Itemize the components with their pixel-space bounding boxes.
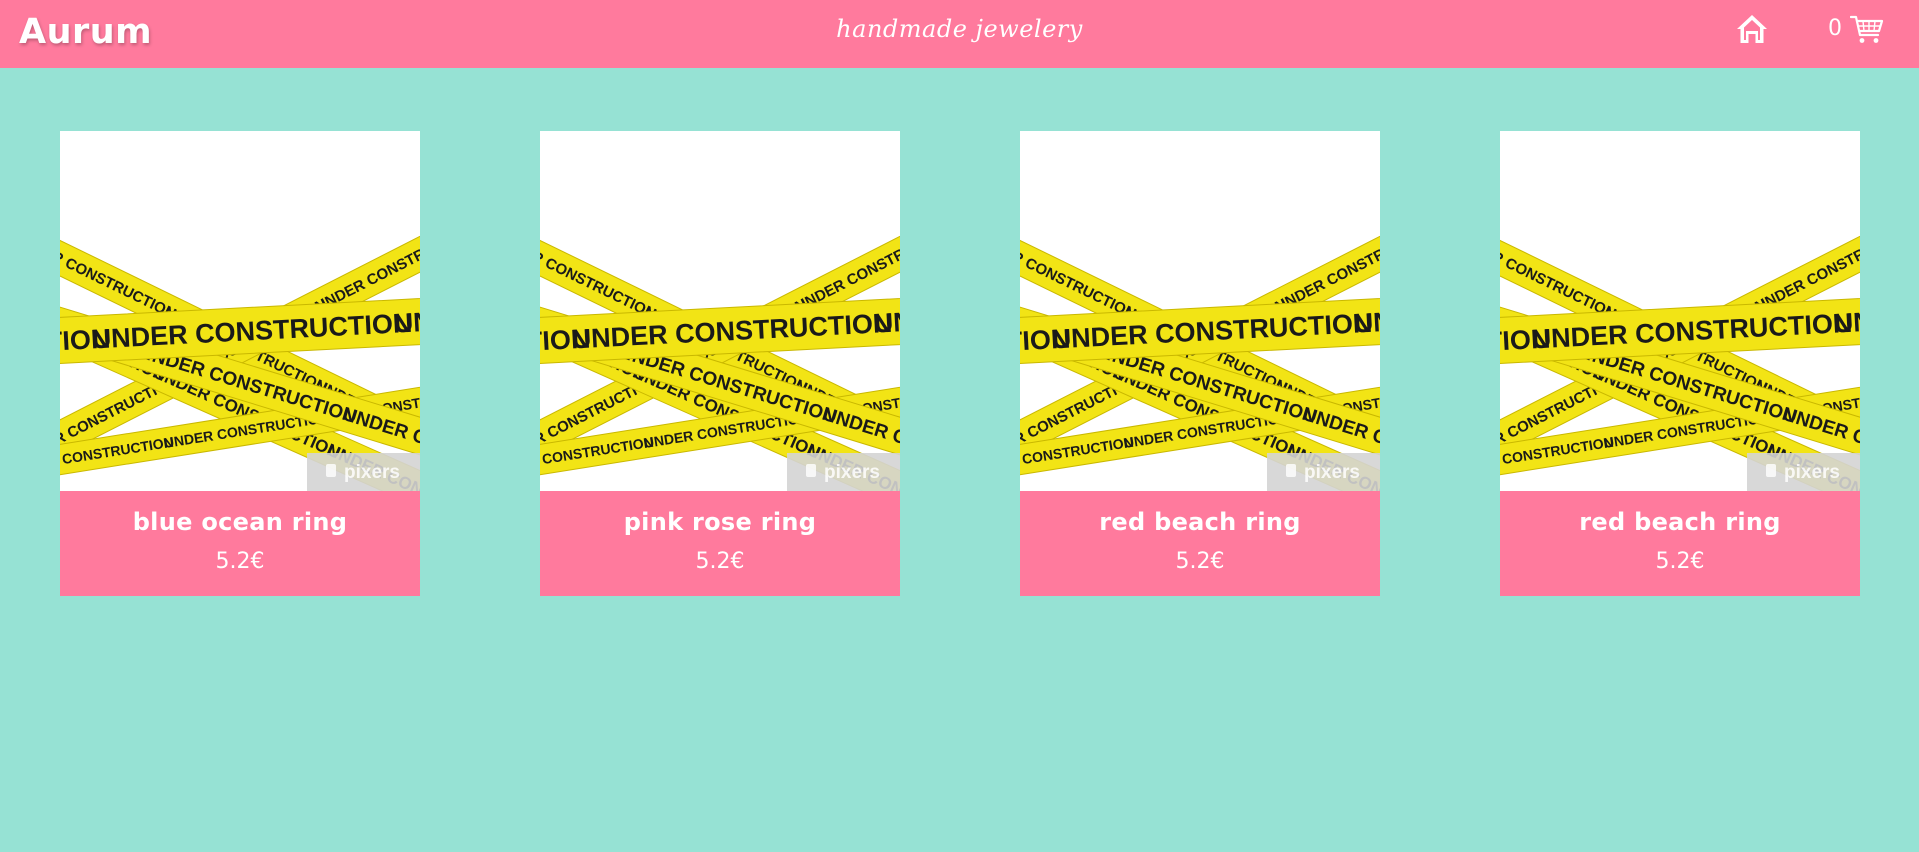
home-icon — [1737, 15, 1767, 43]
product-name: blue ocean ring — [132, 508, 348, 536]
product-card-1[interactable]: UNDER CONSTRUCTIONUNDER CONSTRUCTIONUNDE… — [60, 131, 420, 596]
product-image: UNDER CONSTRUCTIONUNDER CONSTRUCTIONUNDE… — [540, 131, 900, 491]
watermark-text: pixers — [824, 462, 880, 483]
top-bar: Aurum handmade jewelery 0 — [0, 0, 1919, 68]
product-info: pink rose ring 5.2€ — [540, 491, 900, 596]
product-info: red beach ring 5.2€ — [1020, 491, 1380, 596]
product-info: blue ocean ring 5.2€ — [60, 491, 420, 596]
home-button[interactable] — [1735, 12, 1769, 46]
product-price: 5.2€ — [1175, 549, 1225, 574]
product-name: red beach ring — [1579, 508, 1781, 536]
cart-count: 0 — [1828, 16, 1842, 41]
product-price: 5.2€ — [1655, 549, 1705, 574]
product-card-2[interactable]: UNDER CONSTRUCTIONUNDER CONSTRUCTIONUNDE… — [540, 131, 900, 596]
watermark-text: pixers — [344, 462, 400, 483]
product-info: red beach ring 5.2€ — [1500, 491, 1860, 596]
cart-icon — [1850, 15, 1884, 43]
product-image: UNDER CONSTRUCTIONUNDER CONSTRUCTIONUNDE… — [1500, 131, 1860, 491]
product-name: red beach ring — [1099, 508, 1301, 536]
product-card-4[interactable]: UNDER CONSTRUCTIONUNDER CONSTRUCTIONUNDE… — [1500, 131, 1860, 596]
product-name: pink rose ring — [623, 508, 817, 536]
product-price: 5.2€ — [695, 549, 745, 574]
product-card-3[interactable]: UNDER CONSTRUCTIONUNDER CONSTRUCTIONUNDE… — [1020, 131, 1380, 596]
product-image: UNDER CONSTRUCTIONUNDER CONSTRUCTIONUNDE… — [1020, 131, 1380, 491]
watermark-text: pixers — [1304, 462, 1360, 483]
brand-tagline: handmade jewelery — [836, 15, 1083, 43]
product-price: 5.2€ — [215, 549, 265, 574]
watermark-text: pixers — [1784, 462, 1840, 483]
product-image: UNDER CONSTRUCTIONUNDER CONSTRUCTIONUNDE… — [60, 131, 420, 491]
